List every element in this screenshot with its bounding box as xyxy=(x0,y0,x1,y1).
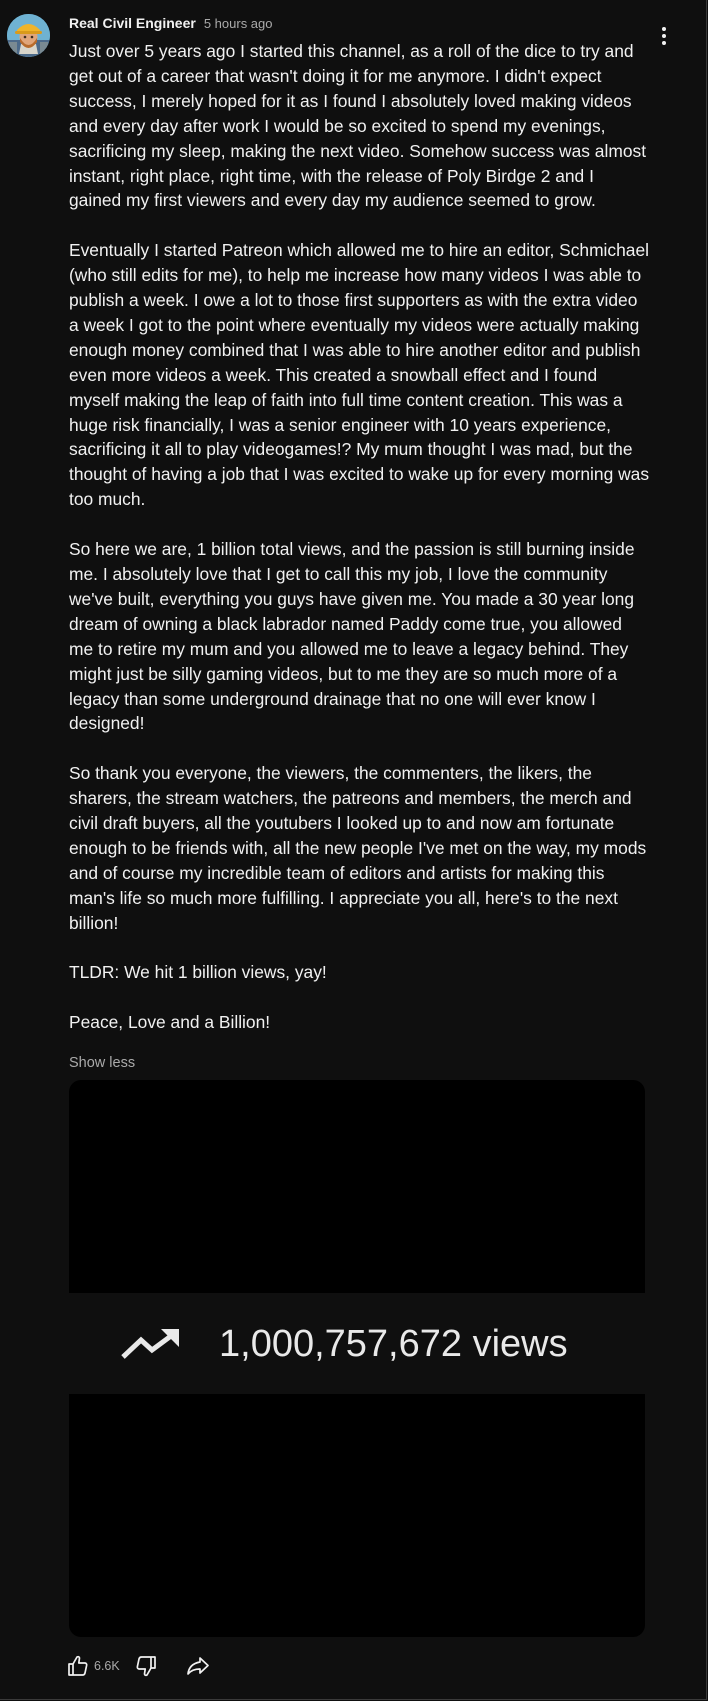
show-less-link[interactable]: Show less xyxy=(69,1055,135,1071)
post-paragraph: Just over 5 years ago I started this cha… xyxy=(69,41,647,211)
post-paragraph: So here we are, 1 billion total views, a… xyxy=(69,539,635,734)
post-paragraph: Eventually I started Patreon which allow… xyxy=(69,240,650,510)
dislike-button[interactable] xyxy=(130,1650,162,1682)
avatar-illustration xyxy=(7,14,50,57)
post-paragraph: So thank you everyone, the viewers, the … xyxy=(69,763,647,933)
post-image[interactable]: 1,000,757,672 views xyxy=(69,1080,645,1637)
more-vert-icon xyxy=(662,27,666,45)
trending-up-icon xyxy=(121,1329,179,1359)
thumbs-up-icon xyxy=(68,1655,88,1676)
author-avatar[interactable] xyxy=(7,14,50,57)
more-options-button[interactable] xyxy=(652,24,676,50)
share-icon xyxy=(186,1657,209,1675)
post-paragraph: TLDR: We hit 1 billion views, yay! xyxy=(69,962,327,983)
author-name[interactable]: Real Civil Engineer xyxy=(69,15,196,31)
action-bar: 6.6K xyxy=(62,1648,214,1684)
like-button[interactable] xyxy=(62,1650,94,1682)
like-count: 6.6K xyxy=(94,1659,120,1673)
post-body: Just over 5 years ago I started this cha… xyxy=(69,39,649,1035)
thumbs-down-icon xyxy=(136,1656,156,1677)
post-container: Real Civil Engineer 5 hours ago Just ove… xyxy=(0,0,707,1700)
views-row: 1,000,757,672 views xyxy=(119,1319,568,1369)
post-timestamp[interactable]: 5 hours ago xyxy=(204,16,273,31)
post-paragraph: Peace, Love and a Billion! xyxy=(69,1012,271,1033)
post-header: Real Civil Engineer 5 hours ago xyxy=(69,15,273,33)
views-count: 1,000,757,672 views xyxy=(219,1322,568,1365)
share-button[interactable] xyxy=(182,1650,214,1682)
